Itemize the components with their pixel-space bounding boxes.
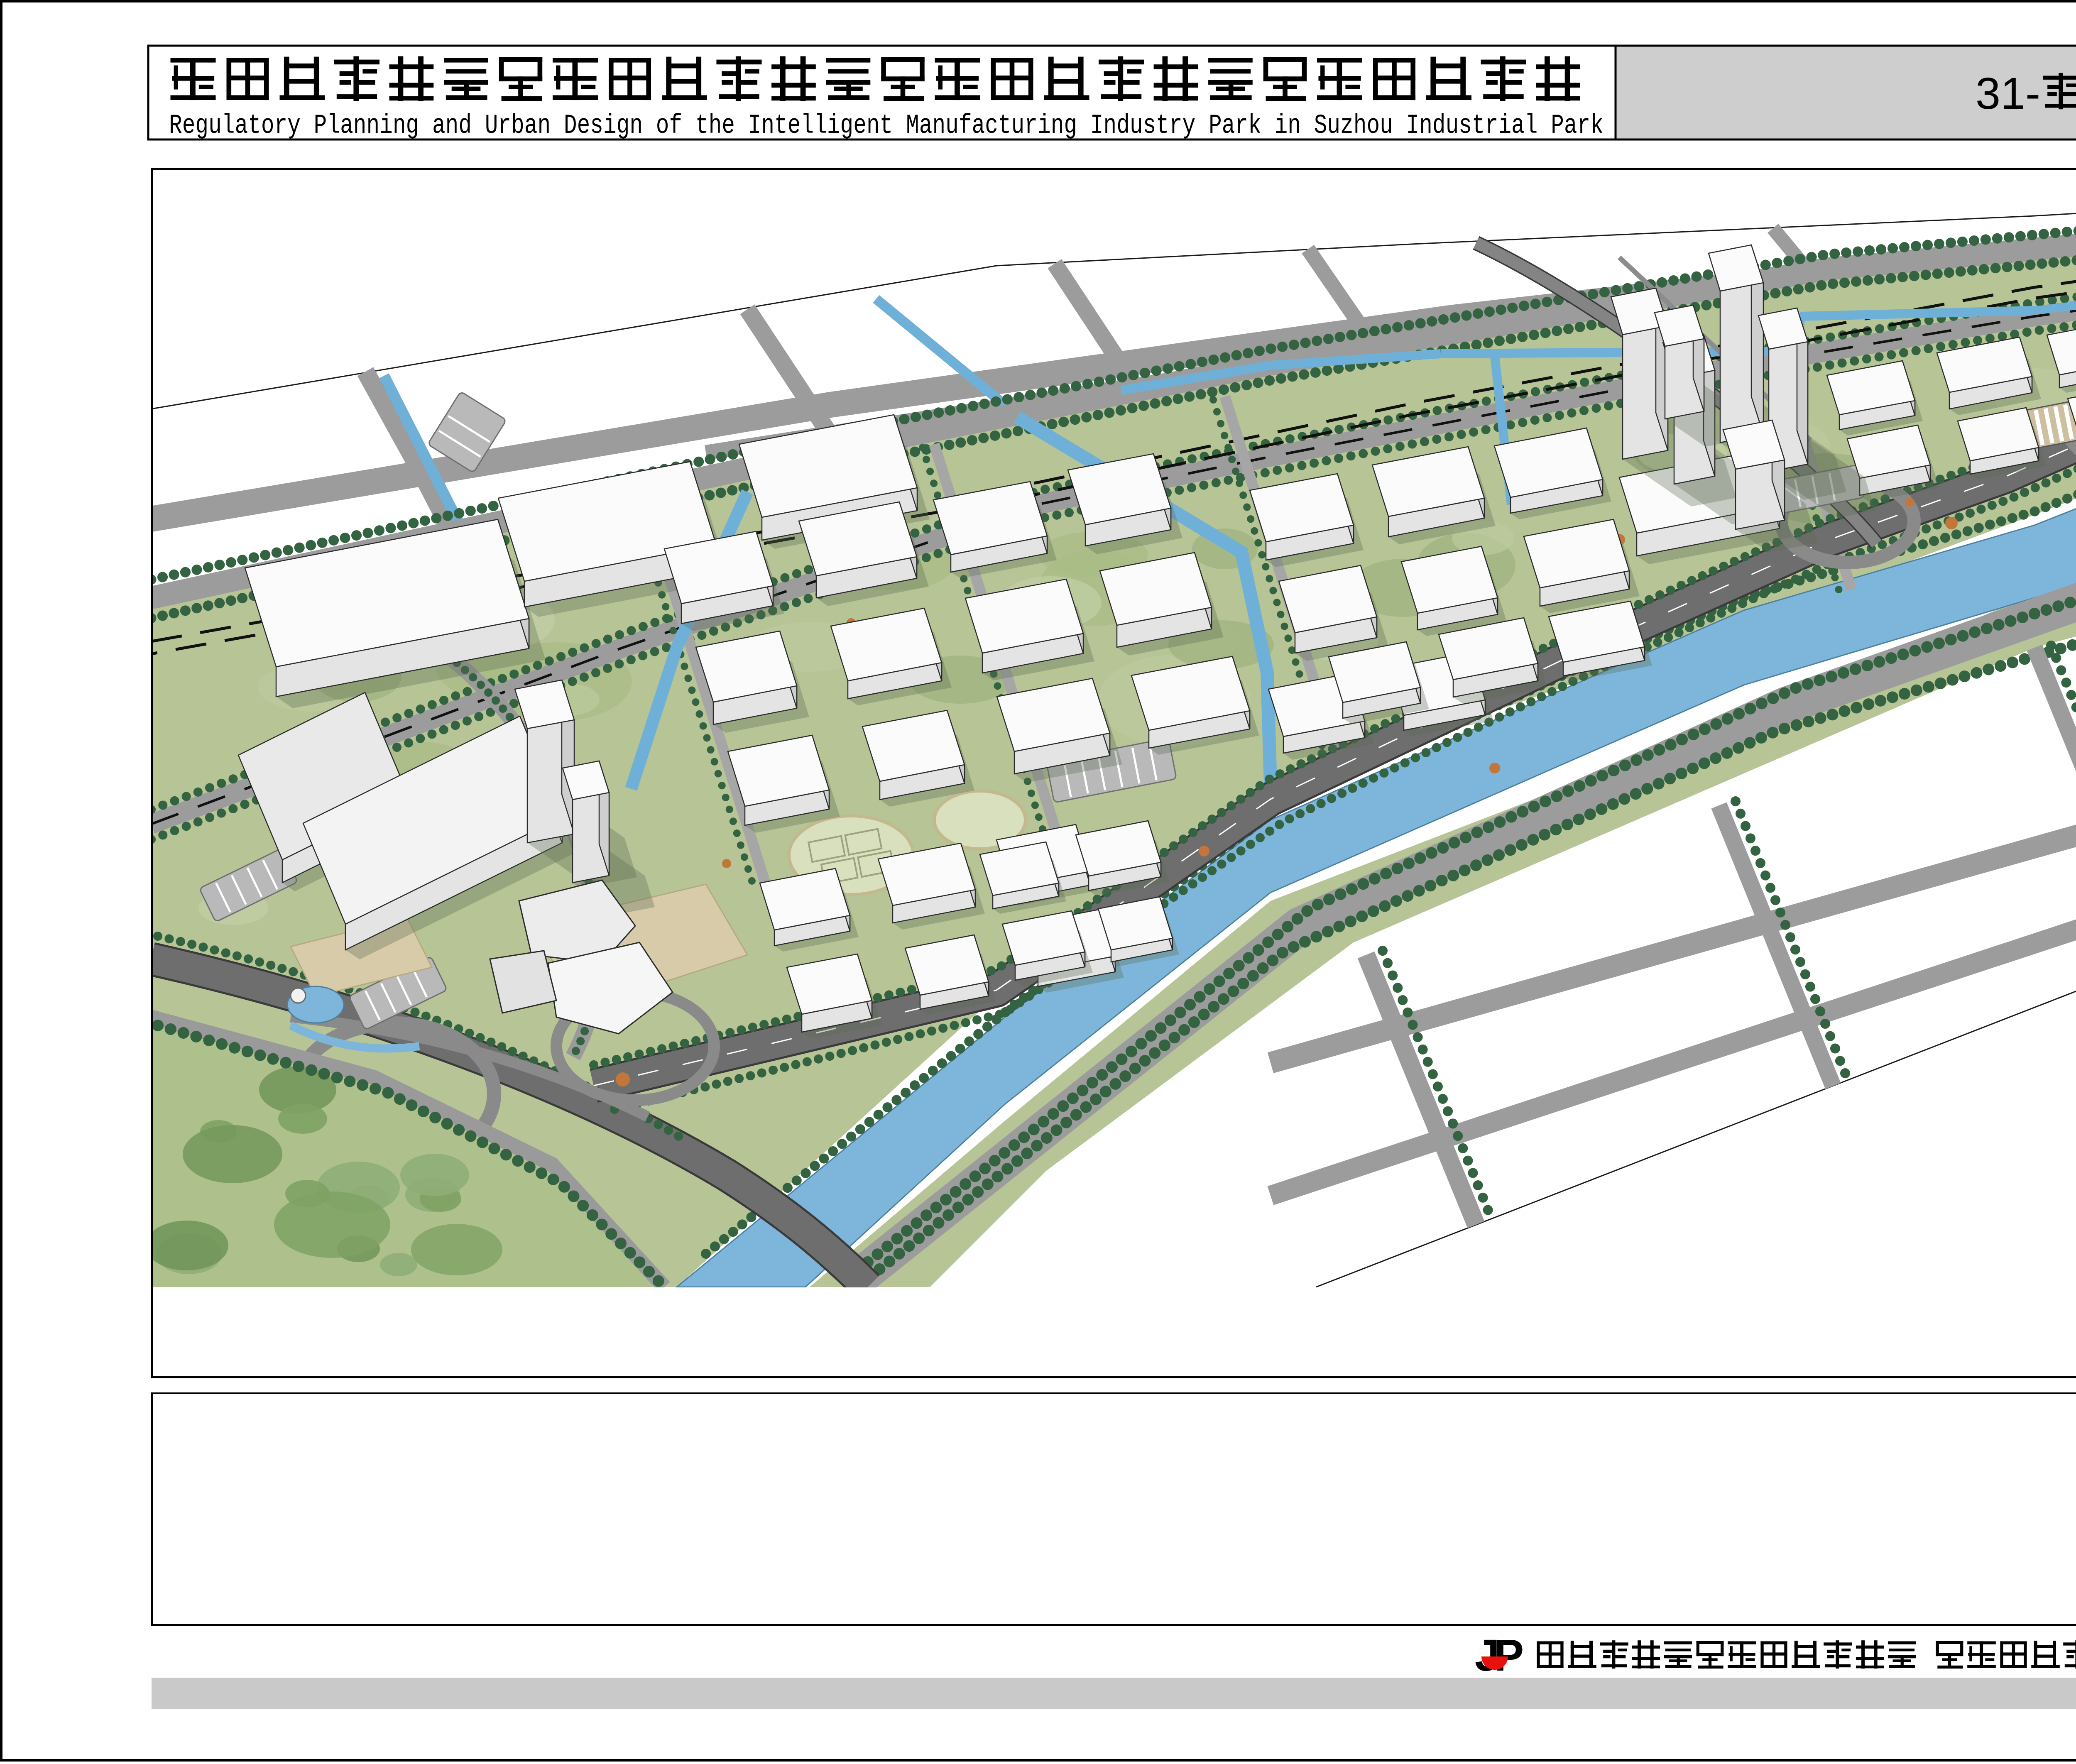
svg-text:31-: 31- <box>1976 68 2040 118</box>
svg-text:Regulatory Planning and Urban: Regulatory Planning and Urban Design of … <box>169 110 1604 141</box>
svg-text:JP: JP <box>1475 1630 1523 1680</box>
